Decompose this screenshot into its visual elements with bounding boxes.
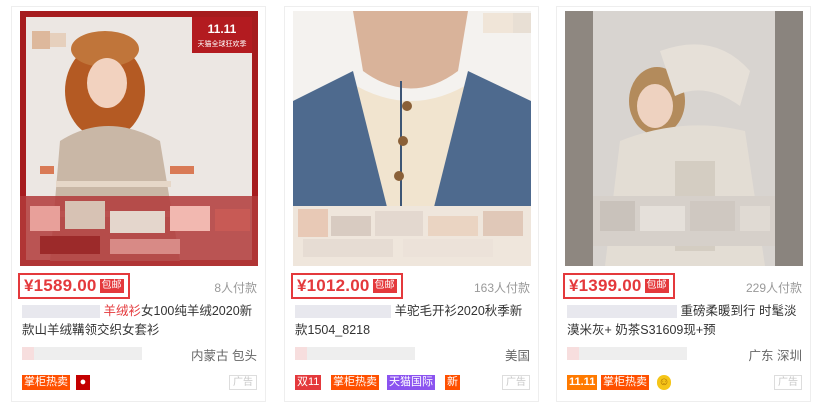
title-line2: 漠米灰+ 奶茶S31609现+预 bbox=[567, 323, 716, 337]
price-box: ¥1399.00 包邮 bbox=[563, 273, 675, 299]
badge-1111: 11.11 bbox=[567, 375, 598, 390]
free-shipping-tag: 包邮 bbox=[644, 279, 669, 293]
product-card-2[interactable]: ¥1012.00 包邮 163人付款 羊驼毛开衫2020秋季新 款1504_82… bbox=[284, 6, 539, 402]
shop-name-blurred[interactable] bbox=[22, 347, 142, 360]
product-title-link[interactable]: 重磅柔暖到行 时髦淡 漠米灰+ 奶茶S31609现+预 bbox=[567, 302, 803, 340]
badge-hot-seller: 掌柜热卖 bbox=[601, 375, 649, 390]
free-shipping-tag: 包邮 bbox=[372, 279, 397, 293]
tmall-logo-icon: ● bbox=[76, 375, 90, 390]
title-line1: 女100纯羊绒2020新 bbox=[141, 304, 253, 318]
title-highlight: 羊绒衫 bbox=[103, 304, 141, 318]
location: 美国 bbox=[504, 349, 530, 363]
badges: 双11 掌柜热卖 天猫国际 新 广告 bbox=[295, 375, 530, 393]
event-banner: 11.11 天猫全球狂欢季 bbox=[192, 17, 252, 53]
badge-double11: 双11 bbox=[295, 375, 322, 390]
price-row: ¥1012.00 包邮 163人付款 bbox=[291, 273, 532, 301]
shop-name-blurred[interactable] bbox=[567, 347, 687, 360]
price: ¥1589.00 bbox=[24, 276, 97, 295]
product-image-3[interactable] bbox=[565, 11, 803, 266]
badge-hot-seller: 掌柜热卖 bbox=[22, 375, 70, 390]
ad-label: 广告 bbox=[229, 375, 257, 390]
location: 内蒙古 包头 bbox=[191, 349, 257, 363]
title-line1: 羊驼毛开衫2020秋季新 bbox=[394, 304, 523, 318]
blurred-text bbox=[295, 305, 391, 319]
product-card-1[interactable]: 11.11 天猫全球狂欢季 ¥1589.00 包邮 8人付款 羊绒衫女100纯羊… bbox=[11, 6, 266, 402]
product-image-1[interactable]: 11.11 天猫全球狂欢季 bbox=[20, 11, 258, 266]
blurred-text bbox=[22, 305, 100, 319]
product-photo-3 bbox=[565, 11, 803, 266]
product-card-3[interactable]: ¥1399.00 包邮 229人付款 重磅柔暖到行 时髦淡 漠米灰+ 奶茶S31… bbox=[556, 6, 811, 402]
title-line1: 重磅柔暖到行 时髦淡 bbox=[680, 304, 797, 318]
sales-count: 8人付款 bbox=[214, 281, 257, 295]
sales-count: 229人付款 bbox=[745, 281, 802, 295]
product-title-link[interactable]: 羊绒衫女100纯羊绒2020新 款山羊绒鞲领交织女套衫 bbox=[22, 302, 258, 340]
blurred-text bbox=[567, 305, 677, 319]
badges: 11.11 掌柜热卖 ☺ 广告 bbox=[567, 375, 802, 393]
price-box: ¥1012.00 包邮 bbox=[291, 273, 403, 299]
badge-tmall-intl: 天猫国际 bbox=[387, 375, 435, 390]
badge-new: 新 bbox=[445, 375, 460, 390]
ad-label: 广告 bbox=[774, 375, 802, 390]
title-line2: 款1504_8218 bbox=[295, 323, 371, 337]
product-title-link[interactable]: 羊驼毛开衫2020秋季新 款1504_8218 bbox=[295, 302, 531, 340]
product-photo-2 bbox=[293, 11, 531, 266]
ad-label: 广告 bbox=[502, 375, 530, 390]
event-logo: 11.11 bbox=[207, 22, 237, 36]
shop-name-blurred[interactable] bbox=[295, 347, 415, 360]
badge-hot-seller: 掌柜热卖 bbox=[331, 375, 379, 390]
price-row: ¥1589.00 包邮 8人付款 bbox=[18, 273, 259, 301]
title-line2: 款山羊绒鞲领交织女套衫 bbox=[22, 323, 160, 337]
badges: 掌柜热卖 ● 广告 bbox=[22, 375, 257, 393]
event-subtitle: 天猫全球狂欢季 bbox=[197, 41, 247, 48]
location: 广东 深圳 bbox=[748, 349, 802, 363]
product-image-2[interactable] bbox=[293, 11, 531, 266]
shop-row: 内蒙古 包头 bbox=[22, 345, 257, 363]
free-shipping-tag: 包邮 bbox=[99, 279, 124, 293]
shop-row: 广东 深圳 bbox=[567, 345, 802, 363]
shop-row: 美国 bbox=[295, 345, 530, 363]
sales-count: 163人付款 bbox=[473, 281, 530, 295]
gold-medal-icon: ☺ bbox=[657, 375, 671, 390]
price: ¥1399.00 bbox=[569, 276, 642, 295]
price-row: ¥1399.00 包邮 229人付款 bbox=[563, 273, 804, 301]
price-box: ¥1589.00 包邮 bbox=[18, 273, 130, 299]
price: ¥1012.00 bbox=[297, 276, 370, 295]
